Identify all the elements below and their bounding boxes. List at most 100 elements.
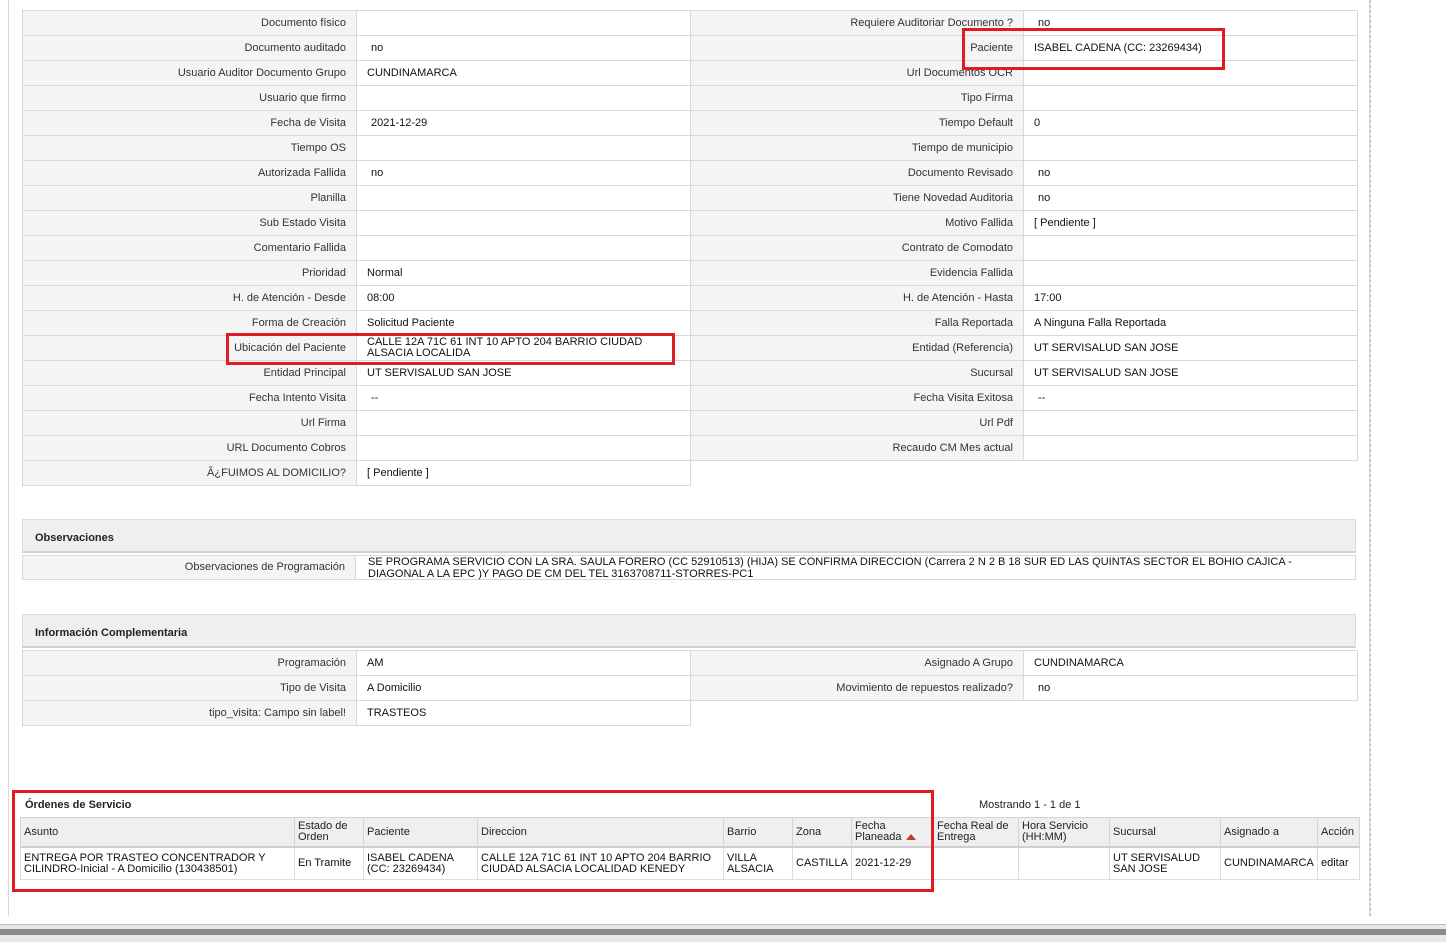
detail-table-right: Requiere Auditoriar Documento ? no Pacien… [690,10,1358,461]
cell-fecha-real [933,846,1019,880]
field-label: Programación [22,650,357,676]
field-value [356,410,691,436]
field-value [1023,85,1358,111]
field-label: Autorizada Fallida [22,160,357,186]
table-row: ENTREGA POR TRASTEO CONCENTRADOR Y CILIN… [20,846,1360,880]
detail-row: tipo_visita: Campo sin label! TRASTEOS [22,700,691,726]
detail-row: Tipo de Visita A Domicilio [22,675,691,701]
detail-row: Tiempo de municipio [690,135,1358,161]
cell-barrio: VILLA ALSACIA [723,846,793,880]
field-value: no [1023,185,1358,211]
detail-row: Url Firma [22,410,691,436]
field-label: Falla Reportada [690,310,1024,336]
field-label: Tipo Firma [690,85,1024,111]
scrollbar-thumb[interactable] [0,929,1446,935]
detail-row: Planilla [22,185,691,211]
field-value: no [1023,10,1358,36]
field-label: Contrato de Comodato [690,235,1024,261]
field-value: [ Pendiente ] [1023,210,1358,236]
col-header-fecha-real[interactable]: Fecha Real de Entrega [933,817,1019,848]
field-label: Ubicación del Paciente [22,335,357,361]
field-label: Observaciones de Programación [23,556,356,579]
cell-asunto: ENTREGA POR TRASTEO CONCENTRADOR Y CILIN… [20,846,295,880]
edit-link[interactable]: editar [1317,846,1360,880]
field-label: Comentario Fallida [22,235,357,261]
cell-estado: En Tramite [294,846,364,880]
field-label: Usuario que firmo [22,85,357,111]
detail-table-left: Documento físico Documento auditado no Us… [22,10,691,486]
field-label: Motivo Fallida [690,210,1024,236]
field-value: -- [1023,385,1358,411]
field-value: [ Pendiente ] [356,460,691,486]
field-label: URL Documento Cobros [22,435,357,461]
table-header-row: Asunto Estado de Orden Paciente Direccio… [20,817,1360,848]
field-value: CUNDINAMARCA [1023,650,1358,676]
col-header-fecha-planeada[interactable]: Fecha Planeada [851,817,934,848]
field-label: Documento auditado [22,35,357,61]
detail-row: Documento auditado no [22,35,691,61]
field-value [356,185,691,211]
field-label: Sucursal [690,360,1024,386]
field-label: Requiere Auditoriar Documento ? [690,10,1024,36]
detail-row: Url Pdf [690,410,1358,436]
cell-paciente: ISABEL CADENA (CC: 23269434) [363,846,478,880]
field-value: UT SERVISALUD SAN JOSE [356,360,691,386]
col-header-estado[interactable]: Estado de Orden [294,817,364,848]
detail-row: Tiene Novedad Auditoria no [690,185,1358,211]
field-value [1023,135,1358,161]
detail-row: Recaudo CM Mes actual [690,435,1358,461]
col-header-direccion[interactable]: Direccion [477,817,724,848]
field-label: Documento Revisado [690,160,1024,186]
field-value [356,210,691,236]
cell-direccion: CALLE 12A 71C 61 INT 10 APTO 204 BARRIO … [477,846,724,880]
field-label: Tiempo Default [690,110,1024,136]
col-header-zona[interactable]: Zona [792,817,852,848]
col-header-asignado[interactable]: Asignado a [1220,817,1318,848]
observaciones-row: Observaciones de Programación SE PROGRAM… [22,555,1356,580]
field-value: 0 [1023,110,1358,136]
field-label: Sub Estado Visita [22,210,357,236]
col-header-asunto[interactable]: Asunto [20,817,295,848]
field-value [1023,260,1358,286]
field-label: Asignado A Grupo [690,650,1024,676]
col-header-hora-servicio[interactable]: Hora Servicio (HH:MM) [1018,817,1110,848]
field-value: A Ninguna Falla Reportada [1023,310,1358,336]
field-label: Evidencia Fallida [690,260,1024,286]
detail-row: Â¿FUIMOS AL DOMICILIO?[ Pendiente ] [22,460,691,486]
field-value: 2021-12-29 [356,110,691,136]
ordenes-title: Órdenes de Servicio [25,799,132,811]
field-label: Tiempo OS [22,135,357,161]
col-header-barrio[interactable]: Barrio [723,817,793,848]
complementaria-table-right: Asignado A Grupo CUNDINAMARCA Movimiento … [690,650,1358,701]
horizontal-scrollbar[interactable] [0,924,1446,942]
detail-row: URL Documento Cobros [22,435,691,461]
field-label: Forma de Creación [22,310,357,336]
cell-zona: CASTILLA [792,846,852,880]
col-header-sucursal[interactable]: Sucursal [1109,817,1221,848]
field-label: Tiempo de municipio [690,135,1024,161]
sort-asc-icon [905,834,916,841]
col-header-paciente[interactable]: Paciente [363,817,478,848]
detail-row: Asignado A Grupo CUNDINAMARCA [690,650,1358,676]
complementaria-table-left: Programación AM Tipo de Visita A Domicilio… [22,650,691,726]
field-value: CUNDINAMARCA [356,60,691,86]
field-label: Prioridad [22,260,357,286]
field-value [1023,60,1358,86]
field-value: Normal [356,260,691,286]
field-label: Tipo de Visita [22,675,357,701]
field-label: Url Pdf [690,410,1024,436]
observaciones-header: Observaciones [22,519,1356,553]
detail-row: Sub Estado Visita [22,210,691,236]
detail-row: Tiempo OS [22,135,691,161]
ordenes-table: Asunto Estado de Orden Paciente Direccio… [20,817,1360,880]
field-value [1023,410,1358,436]
detail-row: Evidencia Fallida [690,260,1358,286]
detail-row: Fecha de Visita 2021-12-29 [22,110,691,136]
detail-row: H. de Atención - Hasta 17:00 [690,285,1358,311]
field-label: H. de Atención - Hasta [690,285,1024,311]
section-title: Observaciones [35,532,114,544]
field-label: Planilla [22,185,357,211]
detail-row: H. de Atención - Desde 08:00 [22,285,691,311]
field-label: Url Documentos OCR [690,60,1024,86]
field-value: no [356,35,691,61]
